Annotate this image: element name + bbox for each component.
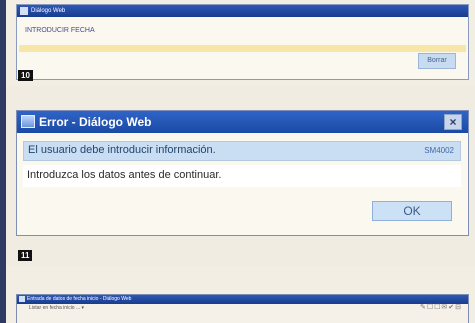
input-highlight-row[interactable]	[19, 45, 466, 52]
dialog-title: Entrada de datos de fecha inicio - Diálo…	[27, 296, 132, 302]
date-entry-dialog-window: Entrada de datos de fecha inicio - Diálo…	[16, 294, 469, 323]
web-dialog-window: Diálogo Web INTRODUCIR FECHA Borrar	[16, 4, 469, 80]
dialog-title-bar: Diálogo Web	[17, 5, 468, 17]
dialog-title: Diálogo Web	[31, 8, 66, 14]
borrar-button[interactable]: Borrar	[418, 53, 456, 69]
dialog-menu-row: Listar en fecha inicio ... ▾ ✎☐☐✉✔⊟	[17, 304, 468, 312]
dialog-app-icon	[19, 296, 25, 302]
instruction-row: Introduzca los datos antes de continuar.	[23, 165, 461, 187]
dialog-app-icon	[20, 7, 28, 15]
error-message-code: SM4002	[424, 146, 454, 155]
ok-button[interactable]: OK	[372, 201, 452, 221]
dialog-title-bar: Error - Diálogo Web ×	[17, 111, 468, 133]
step-number-badge: 10	[18, 70, 33, 81]
dialog-title: Error - Diálogo Web	[39, 115, 152, 129]
dialog-title-bar: Entrada de datos de fecha inicio - Diálo…	[17, 295, 468, 304]
dialog-message: INTRODUCIR FECHA	[25, 27, 95, 34]
error-dialog-window: Error - Diálogo Web × El usuario debe in…	[16, 110, 469, 236]
error-message-text: El usuario debe introducir información.	[28, 144, 216, 156]
screenshot-panel-12: Entrada de datos de fecha inicio - Diálo…	[6, 266, 475, 323]
instruction-text: Introduzca los datos antes de continuar.	[27, 169, 222, 181]
list-dropdown[interactable]: Listar en fecha inicio ... ▾	[29, 305, 84, 311]
error-message-row: El usuario debe introducir información. …	[23, 141, 461, 161]
dialog-app-icon	[21, 115, 35, 128]
close-icon[interactable]: ×	[444, 114, 462, 130]
toolbar-icons[interactable]: ✎☐☐✉✔⊟	[420, 304, 462, 312]
step-number-badge: 11	[18, 250, 33, 261]
screenshot-panel-10: Diálogo Web INTRODUCIR FECHA Borrar 10	[6, 0, 475, 86]
screenshot-panel-11: Error - Diálogo Web × El usuario debe in…	[6, 86, 475, 266]
